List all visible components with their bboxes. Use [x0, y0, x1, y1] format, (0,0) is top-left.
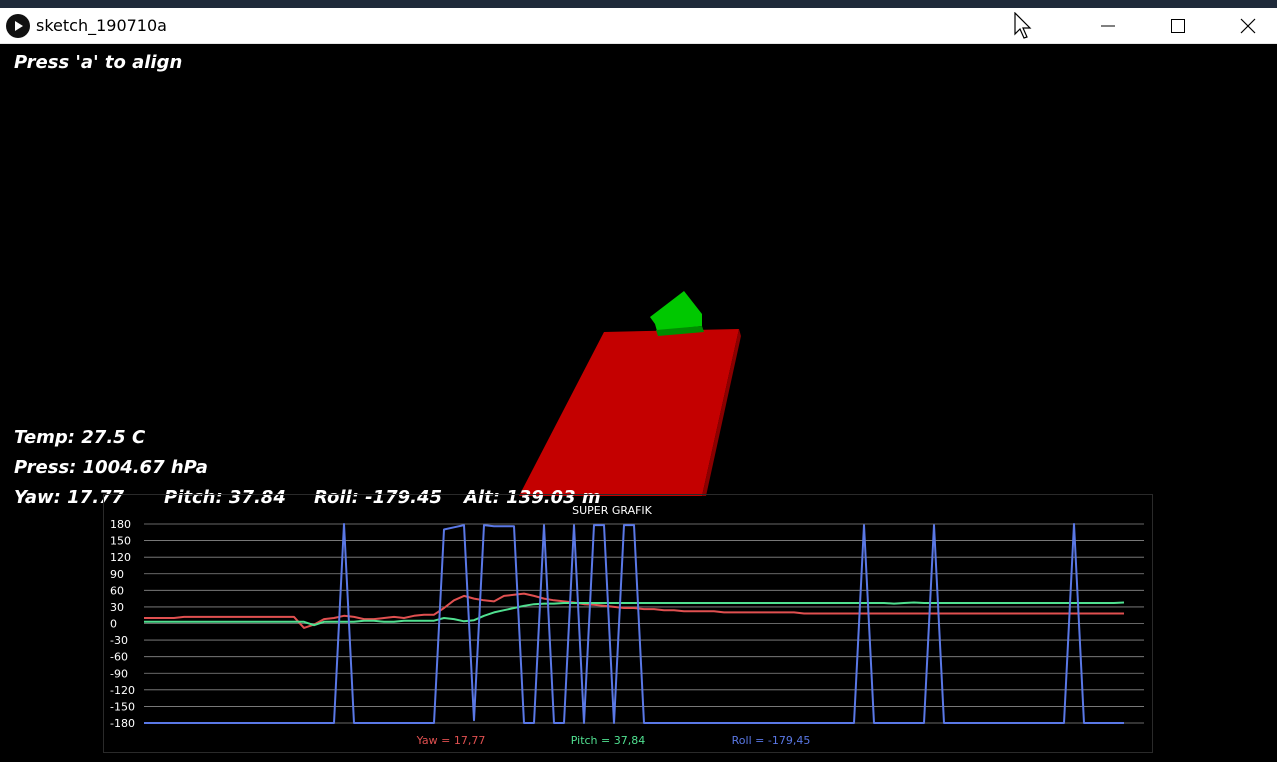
desktop-background: [0, 0, 1277, 8]
window-title: sketch_190710a: [36, 16, 167, 35]
y-tick-label: -120: [110, 684, 135, 697]
y-tick-label: 180: [110, 518, 131, 531]
y-tick-label: -60: [110, 651, 128, 664]
align-instruction: Press 'a' to align: [14, 52, 183, 73]
y-tick-label: -30: [110, 634, 128, 647]
y-tick-label: -90: [110, 667, 128, 680]
minimize-icon: [1101, 25, 1115, 27]
sensor-graph: SUPER GRAFIK 180 150 120 90 60 30 0 -30 -60 -90 -12…: [103, 494, 1153, 753]
legend-entry: Pitch = 37,84: [571, 734, 645, 747]
maximize-button[interactable]: [1143, 8, 1213, 44]
y-tick-label: 60: [110, 584, 124, 597]
maximize-icon: [1171, 19, 1185, 33]
orientation-plate: [519, 329, 739, 496]
minimize-button[interactable]: [1073, 8, 1143, 44]
mouse-pointer-icon: [1014, 12, 1032, 39]
temperature-readout: Temp: 27.5 C: [14, 427, 146, 448]
sketch-canvas[interactable]: Press 'a' to align Temp: 27.5 C Press: 1…: [0, 44, 1277, 762]
direction-arrow: [650, 291, 702, 331]
chart-title: SUPER GRAFIK: [572, 504, 653, 517]
y-tick-label: -180: [110, 717, 135, 730]
legend-entry: Yaw = 17,77: [416, 734, 486, 747]
close-button[interactable]: [1213, 8, 1277, 44]
legend-entry: Roll = -179,45: [732, 734, 811, 747]
y-tick-label: 90: [110, 568, 124, 581]
title-bar[interactable]: sketch_190710a: [0, 8, 1277, 44]
pressure-readout: Press: 1004.67 hPa: [14, 457, 208, 478]
y-tick-label: -150: [110, 700, 135, 713]
sketch-window: sketch_190710a Press 'a' to align Temp: …: [0, 8, 1277, 762]
y-tick-label: 30: [110, 601, 124, 614]
y-tick-label: 150: [110, 535, 131, 548]
close-icon: [1240, 18, 1256, 34]
processing-play-icon: [6, 14, 30, 38]
y-tick-label: 120: [110, 551, 131, 564]
y-tick-label: 0: [110, 618, 117, 631]
sensor-graph-canvas: SUPER GRAFIK 180 150 120 90 60 30 0 -30 -60 -90 -12…: [110, 504, 1144, 747]
